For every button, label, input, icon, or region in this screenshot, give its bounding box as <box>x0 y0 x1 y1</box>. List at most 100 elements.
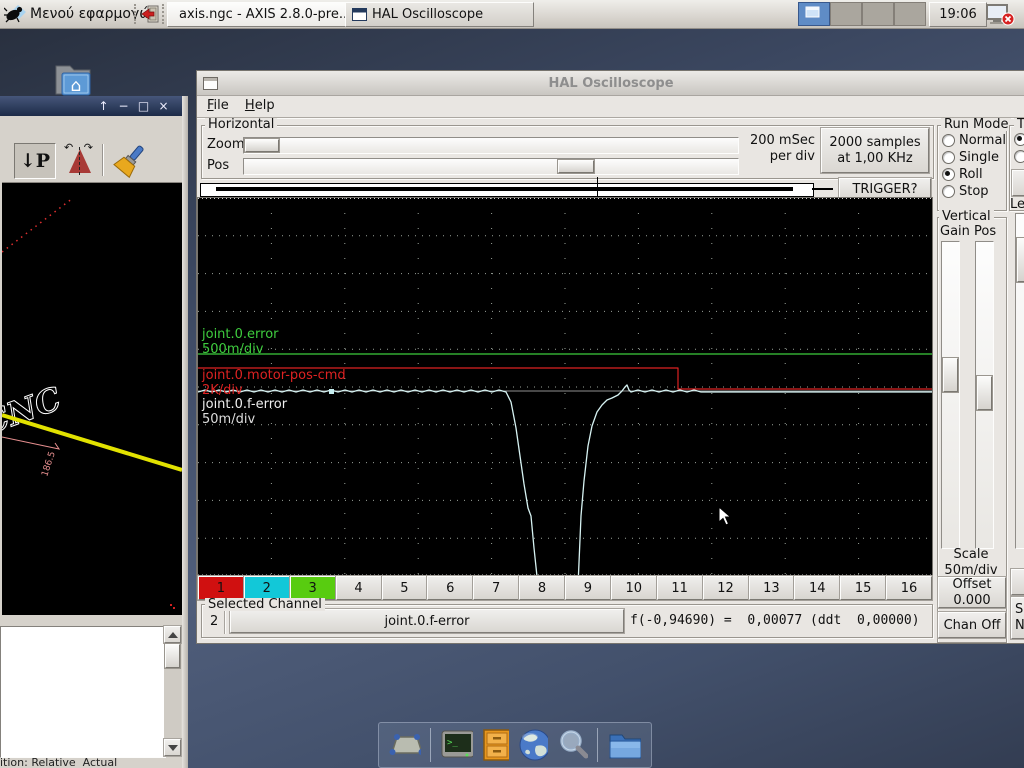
channel-button-14[interactable]: 14 <box>794 576 840 600</box>
clock[interactable]: 19:06 <box>929 2 987 27</box>
axis-window: ↑ − □ × ↓P ↶ ↷ <box>0 96 188 768</box>
applications-menu-icon[interactable] <box>4 3 27 25</box>
chan-off-button[interactable]: Chan Off <box>938 612 1006 638</box>
pos-slider[interactable] <box>243 158 739 175</box>
network-status-icon[interactable] <box>984 3 1018 26</box>
vertical-frame-label: Vertical <box>939 210 994 223</box>
channel-button-15[interactable]: 15 <box>840 576 886 600</box>
tool-cone-icon[interactable]: ↶ ↷ <box>64 145 98 175</box>
maximize-button[interactable]: □ <box>137 100 150 112</box>
level-label: Le <box>1010 197 1024 212</box>
workspace-pager[interactable] <box>798 2 926 26</box>
pos-label: Pos <box>207 158 229 173</box>
vertical-pos-slider[interactable] <box>975 241 994 549</box>
halscope-titlebar[interactable]: HAL Oscilloscope <box>197 71 1024 96</box>
channel-button-8[interactable]: 8 <box>519 576 565 600</box>
trigger-radio[interactable] <box>1014 150 1024 163</box>
trigger-misc-button[interactable] <box>1011 569 1024 595</box>
shade-button[interactable]: ↑ <box>97 100 110 112</box>
workspace-4[interactable] <box>894 2 926 26</box>
workspace-3[interactable] <box>862 2 894 26</box>
close-button[interactable]: × <box>157 100 170 112</box>
scope-display[interactable]: joint.0.error 500m/div joint.0.motor-pos… <box>198 198 932 576</box>
scrollbar-thumb[interactable] <box>165 644 180 668</box>
file-cabinet-icon[interactable] <box>482 728 509 762</box>
desktop: Μενού εφαρμογών X axis.ngc - AXIS 2.8.0-… <box>0 0 1024 768</box>
level-slider-handle[interactable] <box>1017 238 1024 282</box>
applications-menu-label[interactable]: Μενού εφαρμογών <box>30 6 159 22</box>
terminal-icon[interactable]: >_ <box>440 729 472 761</box>
taskbar-button-label: axis.ngc - AXIS 2.8.0-pre... <box>179 7 351 22</box>
horizontal-frame-label: Horizontal <box>205 118 277 131</box>
samples-rate: at 1,00 KHz <box>837 151 912 167</box>
selected-channel-number: 2 <box>210 614 218 629</box>
menubar-divider <box>197 117 1024 118</box>
channel-button-10[interactable]: 10 <box>611 576 657 600</box>
offset-button[interactable]: Offset 0.000 <box>938 577 1006 608</box>
radio-unselected <box>942 134 955 147</box>
clear-plot-brush-icon[interactable] <box>110 142 150 180</box>
channel-button-6[interactable]: 6 <box>427 576 473 600</box>
run-mode-option-single[interactable]: Single <box>942 149 1006 166</box>
web-browser-icon[interactable] <box>518 728 549 762</box>
chan-off-label: Chan Off <box>944 618 1001 633</box>
taskbar-button-halscope[interactable]: HAL Oscilloscope <box>345 2 534 27</box>
run-mode-option-normal[interactable]: Normal <box>942 132 1006 149</box>
scroll-up-button[interactable] <box>164 626 181 643</box>
taskbar-button-axis[interactable]: X axis.ngc - AXIS 2.8.0-pre... <box>167 2 356 27</box>
toolbar-separator <box>102 144 104 176</box>
menu-help[interactable]: Help <box>239 95 281 116</box>
dock-separator <box>430 728 431 762</box>
menu-file[interactable]: File <box>201 95 235 116</box>
zoom-slider-handle[interactable] <box>245 139 279 152</box>
record-progress-bar <box>200 183 814 197</box>
gain-slider-handle[interactable] <box>943 358 958 392</box>
show-desktop-icon[interactable] <box>389 730 421 760</box>
pos-slider-handle[interactable] <box>558 160 594 173</box>
channel-button-4[interactable]: 4 <box>336 576 382 600</box>
channel-button-9[interactable]: 9 <box>565 576 611 600</box>
channel-button-5[interactable]: 5 <box>382 576 428 600</box>
dimension-line <box>2 437 59 449</box>
zoom-slider[interactable] <box>243 137 739 154</box>
workspace-2[interactable] <box>830 2 862 26</box>
scroll-down-button[interactable] <box>164 739 181 756</box>
channel-button-7[interactable]: 7 <box>473 576 519 600</box>
channel-button-11[interactable]: 11 <box>657 576 703 600</box>
radio-unselected <box>942 151 955 164</box>
channel-button-13[interactable]: 13 <box>749 576 795 600</box>
file-manager-icon[interactable] <box>607 729 641 761</box>
run-mode-option-stop[interactable]: Stop <box>942 183 1006 200</box>
search-icon[interactable] <box>557 728 588 762</box>
trigger-source-line1: S <box>1015 602 1023 618</box>
trace-red-name: joint.0.motor-pos-cmd <box>202 368 346 383</box>
channel-button-16[interactable]: 16 <box>886 576 932 600</box>
halscope-window: HAL Oscilloscope File Help Horizontal Zo… <box>196 70 1024 644</box>
home-folder-icon[interactable]: ⌂ <box>48 57 98 101</box>
axis-titlebar[interactable]: ↑ − □ × <box>0 96 182 116</box>
samples-button[interactable]: 2000 samples at 1,00 KHz <box>821 128 929 173</box>
perspective-view-button[interactable]: ↓P <box>14 143 56 179</box>
run-mode-option-roll[interactable]: Roll <box>942 166 1006 183</box>
trigger-radio-selected[interactable] <box>1014 133 1024 146</box>
gain-slider[interactable] <box>941 241 960 549</box>
channel-source-button[interactable]: joint.0.f-error <box>230 609 624 633</box>
cursor-readout: f(-0,94690) = 0,00077 (ddt 0,00000) <box>630 613 920 628</box>
probe-marker <box>329 389 334 394</box>
channel-source-label: joint.0.f-error <box>384 614 469 629</box>
program-listbox[interactable] <box>0 626 166 758</box>
trigger-button[interactable]: TRIGGER? <box>839 178 931 200</box>
trigger-source-button[interactable]: S N <box>1011 597 1024 639</box>
trigger-edge-button[interactable] <box>1012 170 1024 196</box>
channel-button-12[interactable]: 12 <box>703 576 749 600</box>
scrollbar[interactable] <box>164 626 181 756</box>
offset-label: Offset <box>952 577 991 593</box>
minimize-button[interactable]: − <box>117 100 130 112</box>
vertical-pos-slider-handle[interactable] <box>977 376 992 410</box>
taskbar-button-label: HAL Oscilloscope <box>372 7 483 22</box>
level-slider[interactable] <box>1015 213 1024 549</box>
logout-icon[interactable] <box>141 4 161 24</box>
trigger-position-marker <box>597 177 598 200</box>
workspace-1-active[interactable] <box>798 2 830 26</box>
gcode-preview[interactable]: CNC 186.5 <box>2 182 182 615</box>
